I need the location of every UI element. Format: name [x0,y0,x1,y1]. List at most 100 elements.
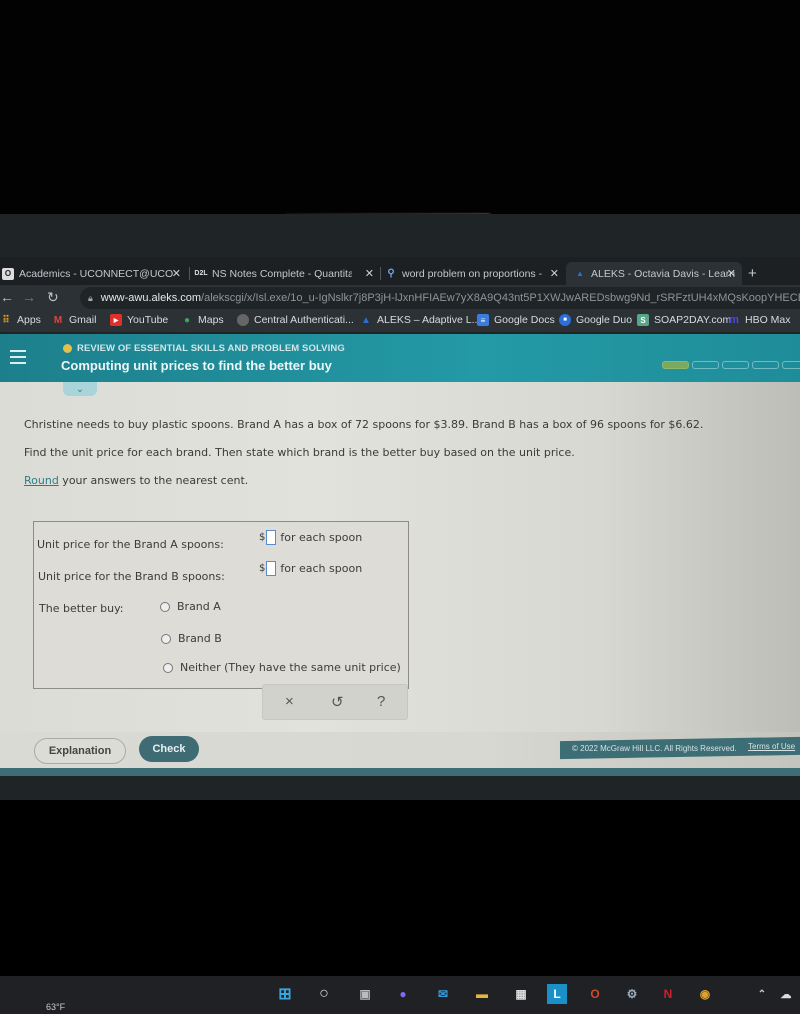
settings-icon[interactable]: ⚙ [622,984,642,1004]
bookmark-aleks[interactable]: ▲ ALEKS – Adaptive L... [360,314,480,326]
tab-separator [189,267,190,280]
hbo-max-icon: m [729,314,739,326]
answer-box: Unit price for the Brand A spoons: $ for… [33,521,409,689]
brand-b-price-input[interactable] [266,561,277,576]
mail-icon[interactable]: ✉ [433,984,453,1004]
bookmark-label: Google Docs [494,314,555,326]
office-icon[interactable]: O [585,984,605,1004]
bookmark-central-auth[interactable]: Central Authenticati... [237,314,354,326]
search-icon[interactable]: ○ [314,984,334,1004]
brand-b-label: Unit price for the Brand B spoons: [38,570,225,583]
progress-segment [662,361,689,369]
chrome-icon[interactable]: ◉ [695,984,715,1004]
explanation-button[interactable]: Explanation [34,738,126,764]
url-field[interactable]: 🔒︎ www-awu.aleks.com /alekscgi/x/Isl.exe… [80,287,800,309]
radio-icon[interactable] [160,601,170,612]
bookmark-google-docs[interactable]: ≡ Google Docs [477,314,555,326]
problem-instruction: Find the unit price for each brand. Then… [24,446,575,459]
topic-title: Computing unit prices to find the better… [61,358,332,373]
screen: O Academics - UCONNECT@UCO ✕ D2L NS Note… [0,214,800,1014]
problem-area: ⌄ Christine needs to buy plastic spoons.… [0,382,800,732]
bookmark-maps[interactable]: ● Maps [181,314,224,326]
close-icon[interactable]: ✕ [172,267,181,280]
help-button[interactable]: ? [377,693,385,710]
progress-segment [782,361,800,369]
close-icon[interactable]: ✕ [365,267,374,280]
answer-tools: × ↺ ? [262,684,408,720]
onedrive-icon[interactable]: ☁ [776,984,796,1004]
check-button[interactable]: Check [139,736,199,762]
brand-a-price-input[interactable] [266,530,277,545]
tab-ns-notes[interactable]: D2L NS Notes Complete - Quantitati ✕ [194,262,380,285]
youtube-icon: ▶ [110,314,122,326]
weather-widget[interactable]: 63°F [46,1002,65,1012]
tab-label: Academics - UCONNECT@UCO [19,267,174,280]
aleks-header: REVIEW OF ESSENTIAL SKILLS AND PROBLEM S… [0,334,800,382]
learning-app-icon[interactable]: L [547,984,567,1004]
bookmarks-bar: ⠿ Apps M Gmail ▶ YouTube ● Maps Central … [0,311,800,333]
round-link[interactable]: Round [24,474,59,487]
terms-of-use-link[interactable]: Terms of Use [748,742,795,751]
topic-progress [662,361,800,369]
new-tab-button[interactable]: + [748,262,768,285]
bookmark-soap2day[interactable]: S SOAP2DAY.com [637,314,731,326]
ms-store-icon[interactable]: ▦ [511,984,531,1004]
tab-label: word problem on proportions - [402,267,542,280]
section-label: REVIEW OF ESSENTIAL SKILLS AND PROBLEM S… [63,343,345,354]
tab-word-problem[interactable]: ⚲ word problem on proportions - ✕ [385,262,565,285]
bookmark-hbo-max[interactable]: m HBO Max [728,314,791,326]
brand-a-answer: $ for each spoon [259,530,362,545]
option-neither[interactable]: Neither (They have the same unit price) [163,661,401,674]
bookmark-label: Apps [17,314,41,326]
bookmark-gmail[interactable]: M Gmail [52,314,97,326]
problem-statement: Christine needs to buy plastic spoons. B… [24,418,704,431]
close-icon[interactable]: ✕ [550,267,559,280]
bookmark-label: SOAP2DAY.com [654,314,732,326]
tab-aleks[interactable]: ▲ ALEKS - Octavia Davis - Learn ✕ [566,262,742,285]
google-duo-icon: ■ [559,314,571,326]
aleks-logo-icon: ▲ [361,314,371,326]
lock-icon: 🔒︎ [88,292,93,303]
netflix-icon[interactable]: N [658,984,678,1004]
status-dot-icon [63,344,72,353]
google-docs-icon: ≡ [477,314,489,326]
option-brand-b[interactable]: Brand B [161,632,222,645]
bookmark-label: ALEKS – Adaptive L... [377,314,481,326]
reload-icon[interactable]: ↻ [47,289,59,306]
collapse-chevron-button[interactable]: ⌄ [63,382,97,396]
plus-icon: + [748,265,757,282]
option-label: Brand B [178,632,222,645]
tray-chevron-up-icon[interactable]: ⌃ [752,984,772,1004]
undo-button[interactable]: ↺ [331,693,344,711]
file-explorer-icon[interactable]: ▬ [472,984,492,1004]
clear-button[interactable]: × [285,693,294,710]
radio-icon[interactable] [163,662,173,673]
task-view-icon[interactable]: ▣ [355,984,375,1004]
currency-symbol: $ [259,563,266,574]
rounding-text: your answers to the nearest cent. [58,474,249,487]
option-brand-a[interactable]: Brand A [160,600,221,613]
tab-academics[interactable]: O Academics - UCONNECT@UCO ✕ [2,262,187,285]
uco-logo-icon: O [2,267,14,280]
rounding-instruction: Round your answers to the nearest cent. [24,474,248,487]
maps-pin-icon: ● [183,314,191,326]
menu-icon[interactable] [10,350,26,364]
bookmark-label: HBO Max [745,314,791,326]
forward-icon[interactable]: → [22,289,36,305]
progress-segment [752,361,779,369]
close-icon[interactable]: ✕ [727,267,736,280]
windows-taskbar: 63°F ⊞ ○ ▣ ● ✉ ▬ ▦ L O ⚙ N ◉ ⌃ ☁ [0,976,800,1014]
bookmark-label: Gmail [69,314,97,326]
bookmark-apps[interactable]: ⠿ Apps [0,314,41,326]
radio-icon[interactable] [161,633,171,644]
tab-separator [380,267,381,280]
url-host: www-awu.aleks.com [100,292,202,304]
bookmark-youtube[interactable]: ▶ YouTube [110,314,168,326]
bookmark-google-duo[interactable]: ■ Google Duo [559,314,632,326]
back-icon[interactable]: ← [0,289,14,305]
brand-a-label: Unit price for the Brand A spoons: [37,538,224,551]
gmail-icon: M [53,314,63,326]
teams-chat-icon[interactable]: ● [393,984,413,1004]
windows-start-icon[interactable]: ⊞ [275,984,295,1004]
bookmark-label: YouTube [127,314,169,326]
